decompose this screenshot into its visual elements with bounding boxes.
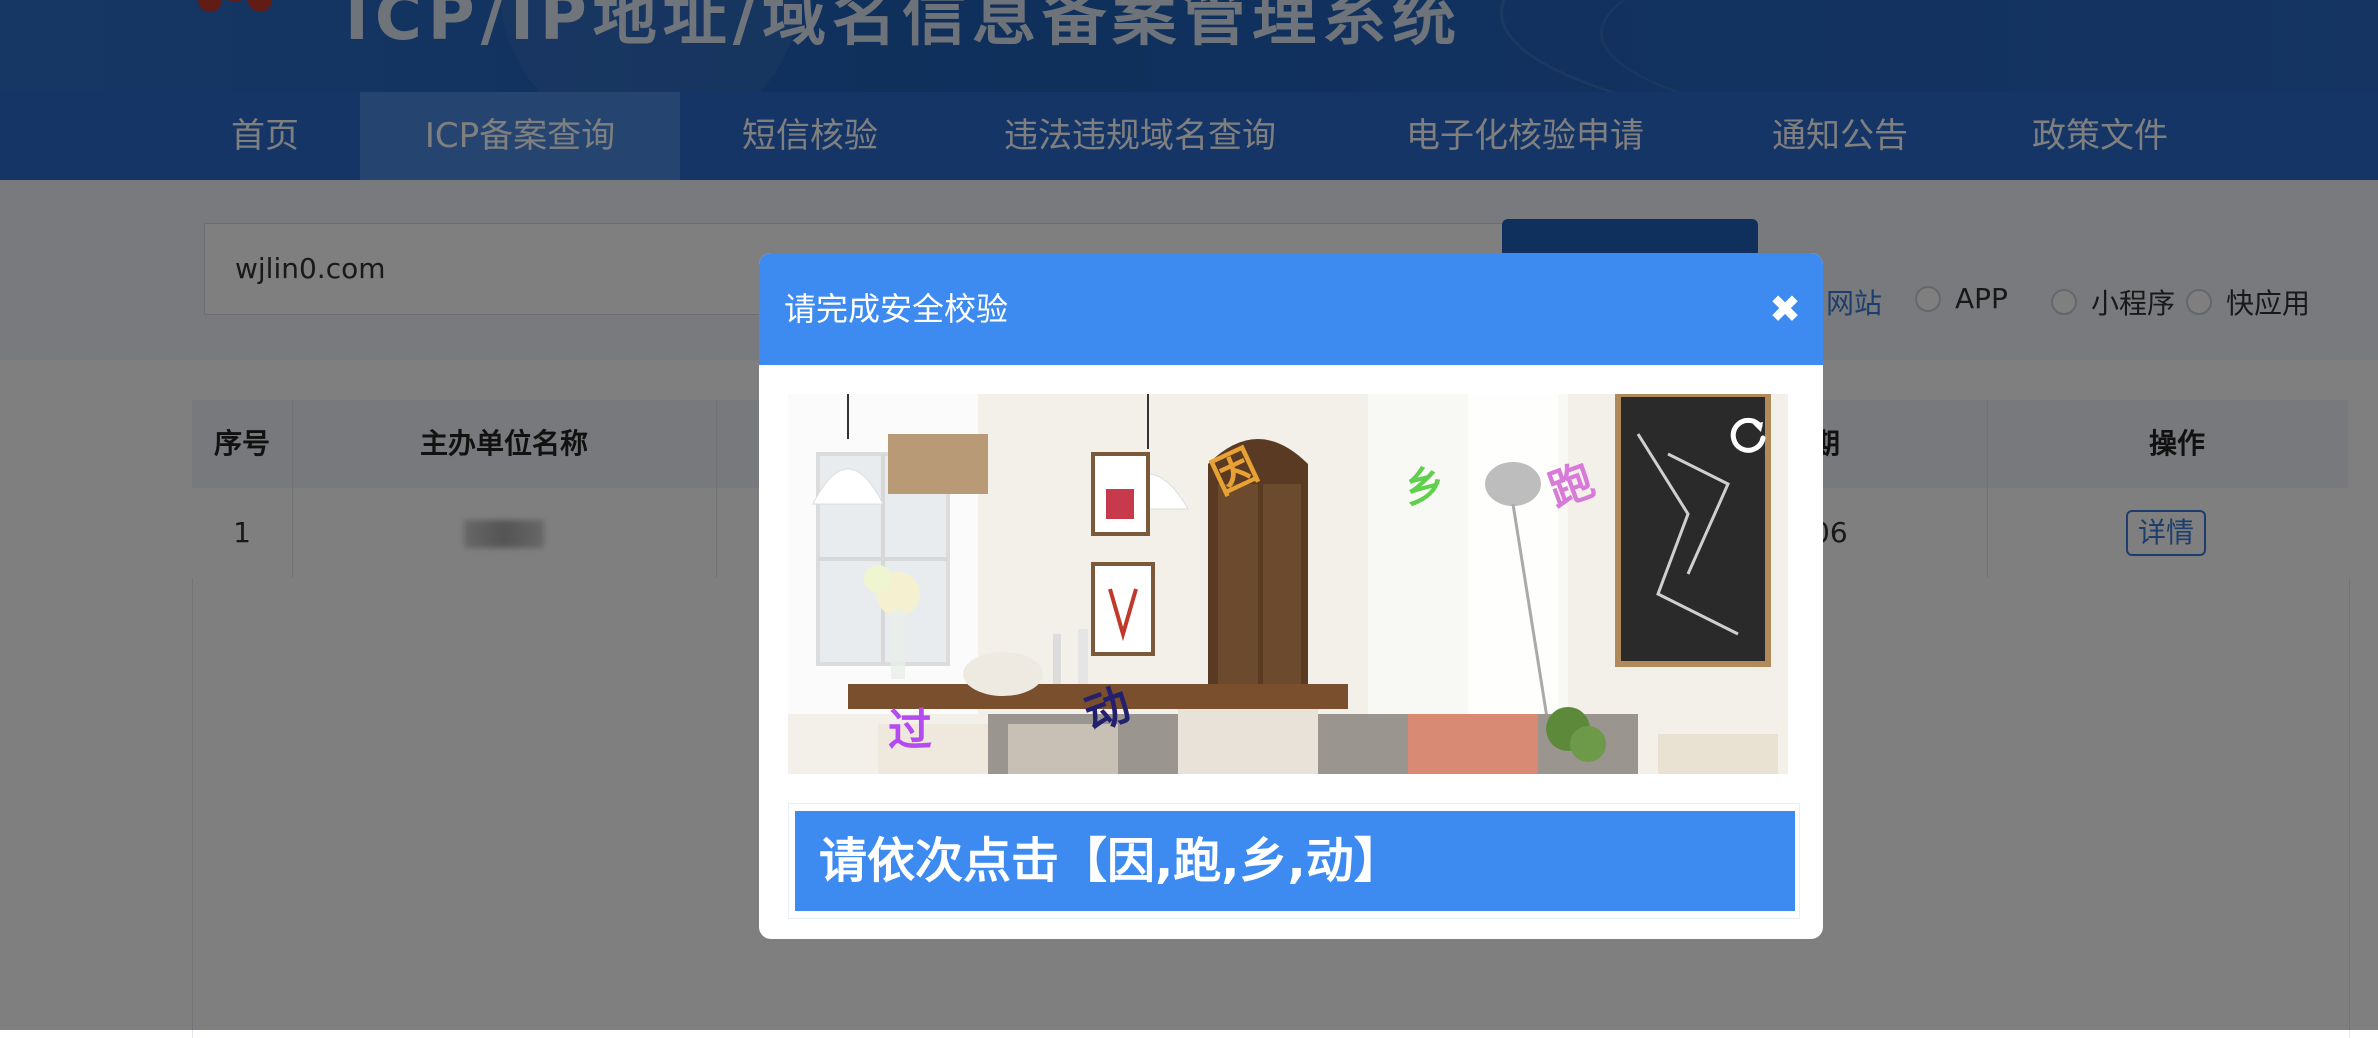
modal-title: 请完成安全校验 (784, 290, 1009, 328)
captcha-glyph[interactable]: 过 (888, 694, 932, 758)
refresh-icon[interactable] (1726, 414, 1770, 458)
captcha-instruction: 请依次点击【因,跑,乡,动】 (795, 811, 1795, 911)
captcha-image[interactable]: 因 乡 跑 过 动 (788, 394, 1788, 774)
captcha-room-scene (788, 394, 1788, 774)
security-check-modal: 请完成安全校验 ✖ 因 乡 跑 过 动 请依次点击【因,跑,乡,动】 (759, 253, 1823, 939)
close-icon[interactable]: ✖ (1767, 290, 1803, 328)
modal-header: 请完成安全校验 ✖ (759, 253, 1823, 365)
